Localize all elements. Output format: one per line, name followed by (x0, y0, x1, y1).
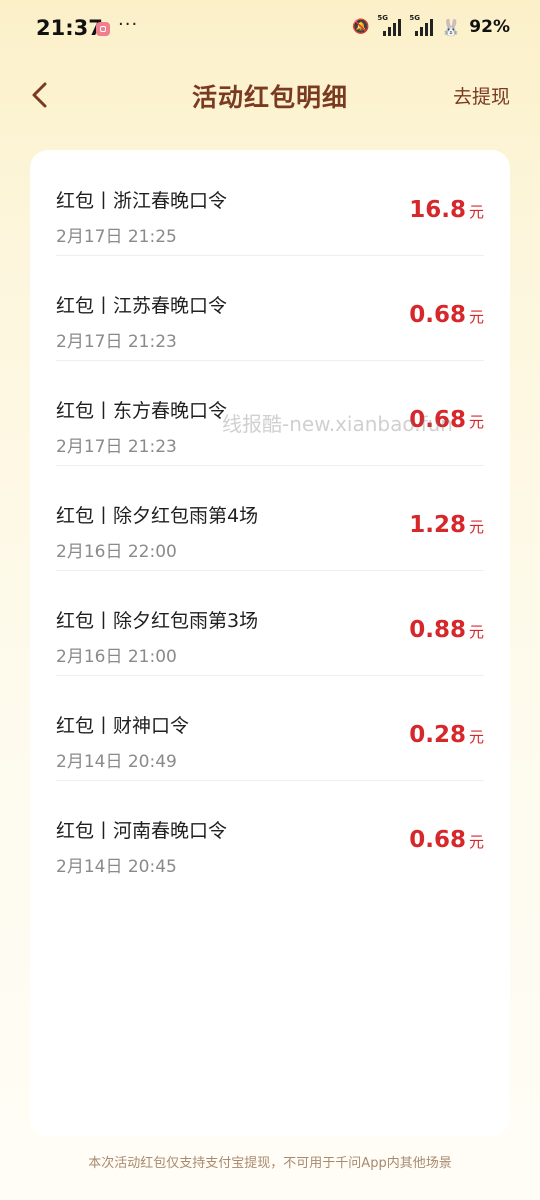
record-row[interactable]: 红包丨河南春晚口令 2月14日 20:45 0.68 元 (56, 780, 484, 885)
record-time: 2月16日 21:00 (56, 647, 177, 667)
record-row[interactable]: 红包丨浙江春晚口令 2月17日 21:25 16.8 元 (56, 150, 484, 256)
status-bar: 21:37 ··· 🔕 5G 5G 🐰 92% (0, 0, 540, 60)
record-time: 2月16日 22:00 (56, 542, 177, 562)
record-amount: 0.88 元 (409, 617, 484, 643)
record-row[interactable]: 红包丨除夕红包雨第4场 2月16日 22:00 1.28 元 (56, 465, 484, 571)
record-time: 2月17日 21:23 (56, 437, 177, 457)
record-amount: 1.28 元 (409, 512, 484, 538)
record-amount: 0.68 元 (409, 827, 484, 853)
footer-note: 本次活动红包仅支持支付宝提现，不可用于千问App内其他场景 (88, 1156, 452, 1171)
record-amount: 0.28 元 (409, 722, 484, 748)
record-amount: 16.8 元 (409, 197, 484, 223)
more-notifications-icon: ··· (118, 14, 139, 35)
app-notification-icon (96, 22, 110, 36)
record-row[interactable]: 红包丨财神口令 2月14日 20:49 0.28 元 (56, 675, 484, 781)
withdraw-button[interactable]: 去提现 (453, 82, 510, 109)
record-title: 红包丨河南春晚口令 (56, 820, 228, 842)
record-row[interactable]: 红包丨除夕红包雨第3场 2月16日 21:00 0.88 元 (56, 570, 484, 676)
record-title: 红包丨东方春晚口令 (56, 400, 228, 422)
record-time: 2月17日 21:23 (56, 332, 177, 352)
rabbit-icon: 🐰 (441, 17, 462, 37)
records-card: 红包丨浙江春晚口令 2月17日 21:25 16.8 元 红包丨江苏春晚口令 2月… (30, 150, 510, 1136)
record-time: 2月14日 20:45 (56, 857, 177, 877)
battery-level: 92% (469, 17, 510, 37)
signal-2-icon: 5G (409, 14, 434, 36)
record-time: 2月17日 21:25 (56, 227, 177, 247)
page-header: 活动红包明细 去提现 (0, 64, 540, 128)
record-title: 红包丨除夕红包雨第4场 (56, 505, 259, 527)
record-title: 红包丨除夕红包雨第3场 (56, 610, 259, 632)
signal-1-icon: 5G (377, 14, 402, 36)
record-title: 红包丨财神口令 (56, 715, 190, 737)
record-amount: 0.68 元 (409, 302, 484, 328)
status-time: 21:37 (36, 16, 103, 40)
record-row[interactable]: 红包丨江苏春晚口令 2月17日 21:23 0.68 元 (56, 255, 484, 361)
watermark: 线报酷-new.xianbao.fun (222, 412, 453, 436)
record-time: 2月14日 20:49 (56, 752, 177, 772)
mute-bell-icon: 🔕 (351, 19, 370, 35)
record-title: 红包丨浙江春晚口令 (56, 190, 228, 212)
record-title: 红包丨江苏春晚口令 (56, 295, 228, 317)
